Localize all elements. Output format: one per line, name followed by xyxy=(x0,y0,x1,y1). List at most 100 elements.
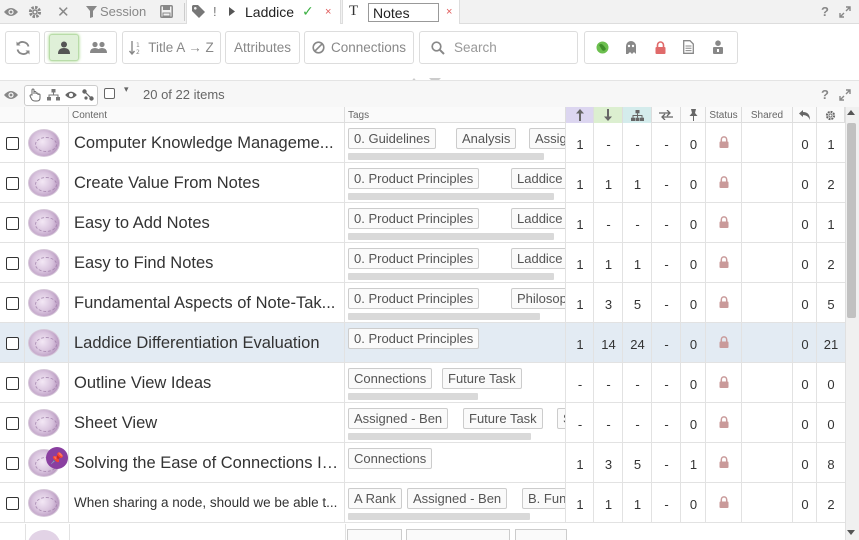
tab-notes-close-icon[interactable]: × xyxy=(446,0,452,23)
tags-scrollbar[interactable] xyxy=(348,513,530,520)
session-button[interactable]: Session xyxy=(86,0,146,23)
note-title[interactable]: Outline View Ideas xyxy=(74,363,342,403)
refresh-button[interactable] xyxy=(5,31,40,64)
table-row[interactable]: Create Value From Notes 0. Product Princi… xyxy=(0,163,845,203)
tag-chip[interactable]: Assigned xyxy=(529,128,565,149)
status-lock-icon[interactable] xyxy=(719,456,729,468)
note-title[interactable]: Create Value From Notes xyxy=(74,163,342,203)
multi-user-button[interactable] xyxy=(83,34,113,61)
row-checkbox[interactable] xyxy=(6,177,19,190)
table-row[interactable]: Laddice Differentiation Evaluation 0. Pro… xyxy=(0,323,845,363)
table-row[interactable]: Outline View Ideas Connections Future Task… xyxy=(0,363,845,403)
col-shared[interactable]: Shared xyxy=(742,107,793,123)
avatar[interactable] xyxy=(28,369,60,397)
tag-chip[interactable]: B. Func xyxy=(522,488,565,509)
tag-chip[interactable]: Sh xyxy=(557,408,565,429)
tab-laddice-close-icon[interactable]: × xyxy=(325,0,331,23)
tag-chip[interactable]: 0. Product Principles xyxy=(348,288,480,309)
avatar[interactable] xyxy=(28,409,60,437)
avatar[interactable] xyxy=(28,129,60,157)
avatar[interactable] xyxy=(28,489,60,517)
col-swap[interactable] xyxy=(652,107,681,123)
view-eye-icon[interactable] xyxy=(64,83,78,106)
tag-chip[interactable]: Connections xyxy=(348,448,433,469)
col-reply[interactable] xyxy=(793,107,817,123)
tag-chip[interactable] xyxy=(406,529,510,540)
col-down[interactable] xyxy=(594,107,623,123)
avatar[interactable] xyxy=(28,249,60,277)
row-checkbox[interactable] xyxy=(6,377,19,390)
share-nodes-icon[interactable] xyxy=(82,83,94,106)
tag-chip[interactable]: Laddice Insi xyxy=(511,248,565,269)
scroll-up-icon[interactable] xyxy=(847,110,855,115)
list-expand-icon[interactable] xyxy=(839,83,851,106)
hand-pointer-icon[interactable] xyxy=(29,83,41,106)
select-all-caret-icon[interactable]: ▾ xyxy=(124,84,129,95)
tags-scrollbar[interactable] xyxy=(348,393,478,400)
tag-chip[interactable]: Philosophy xyxy=(511,288,565,309)
status-lock-icon[interactable] xyxy=(719,256,729,268)
row-checkbox[interactable] xyxy=(6,337,19,350)
tag-chip[interactable] xyxy=(347,529,402,540)
caret-right-icon[interactable] xyxy=(229,0,235,23)
status-lock-icon[interactable] xyxy=(719,496,729,508)
lock-icon[interactable] xyxy=(655,39,666,55)
table-row[interactable]: Sheet ViewAssigned - BenFuture TaskSh---… xyxy=(0,403,845,443)
table-row[interactable]: 📌 Solving the Ease of Connections Is... Co… xyxy=(0,443,845,483)
table-row[interactable]: Easy to Find Notes 0. Product Principles L… xyxy=(0,243,845,283)
tags-scrollbar[interactable] xyxy=(348,153,544,160)
tags-scrollbar[interactable] xyxy=(348,233,554,240)
row-checkbox[interactable] xyxy=(6,257,19,270)
attributes-button[interactable]: Attributes xyxy=(225,31,300,64)
tag-chip[interactable]: 0. Guidelines xyxy=(348,128,436,149)
scrollbar-thumb[interactable] xyxy=(847,123,856,318)
notes-title-input[interactable]: Notes xyxy=(368,3,439,22)
table-row[interactable]: Computer Knowledge Manageme... 0. Guideli… xyxy=(0,123,845,163)
row-checkbox[interactable] xyxy=(6,137,19,150)
note-title[interactable]: Easy to Find Notes xyxy=(74,243,342,283)
table-row[interactable]: Easy to Add Notes 0. Product Principles La… xyxy=(0,203,845,243)
avatar[interactable] xyxy=(28,329,60,357)
row-checkbox[interactable] xyxy=(6,217,19,230)
row-checkbox[interactable] xyxy=(6,497,19,510)
col-status[interactable]: Status xyxy=(706,107,742,123)
row-checkbox[interactable] xyxy=(6,457,19,470)
col-pin[interactable] xyxy=(681,107,706,123)
tag-chip[interactable]: Future Task xyxy=(463,408,543,429)
globe-icon[interactable] xyxy=(596,39,609,55)
note-title[interactable]: Laddice Differentiation Evaluation xyxy=(74,323,342,363)
tag-chip[interactable]: Connections xyxy=(348,368,433,389)
close-icon[interactable]: ✕ xyxy=(57,0,70,23)
pinned-badge-icon[interactable]: 📌 xyxy=(46,447,68,469)
sort-button[interactable]: 12 Title A → Z xyxy=(122,31,221,64)
note-title[interactable]: Computer Knowledge Manageme... xyxy=(74,123,342,163)
tag-chip[interactable]: 0. Product Principles xyxy=(348,208,480,229)
tag-chip[interactable]: Future Task xyxy=(442,368,522,389)
tag-chip[interactable]: Assigned - Ben xyxy=(348,408,449,429)
note-title[interactable]: When sharing a node, should we be able t… xyxy=(74,483,342,523)
select-all-checkbox[interactable] xyxy=(104,88,115,99)
document-icon[interactable] xyxy=(683,39,694,55)
avatar[interactable] xyxy=(28,289,60,317)
tag-chip[interactable]: A Rank xyxy=(348,488,402,509)
connections-button[interactable]: Connections xyxy=(304,31,414,64)
tag-chip[interactable]: 0. Product Principles xyxy=(348,248,480,269)
tag-chip[interactable]: 0. Product Principles xyxy=(348,328,480,349)
note-title[interactable]: Fundamental Aspects of Note-Tak... xyxy=(74,283,342,323)
expand-icon[interactable] xyxy=(839,0,851,23)
tag-chip[interactable]: Analysis xyxy=(456,128,517,149)
tag-icon[interactable] xyxy=(192,0,206,23)
check-icon[interactable]: ✓ xyxy=(302,0,314,23)
tags-scrollbar[interactable] xyxy=(348,273,554,280)
list-eye-icon[interactable] xyxy=(3,83,19,106)
ghost-icon[interactable] xyxy=(625,39,637,55)
tag-chip[interactable]: Assigned - Ben xyxy=(407,488,508,509)
status-lock-icon[interactable] xyxy=(719,416,729,428)
tags-scrollbar[interactable] xyxy=(348,193,554,200)
tag-chip[interactable]: 0. Product Principles xyxy=(348,168,480,189)
scroll-down-icon[interactable] xyxy=(847,530,855,535)
single-user-button[interactable] xyxy=(49,34,79,61)
tag-chip[interactable]: Laddice Insi xyxy=(511,208,565,229)
gear-icon[interactable] xyxy=(28,0,42,23)
col-up[interactable] xyxy=(566,107,594,123)
